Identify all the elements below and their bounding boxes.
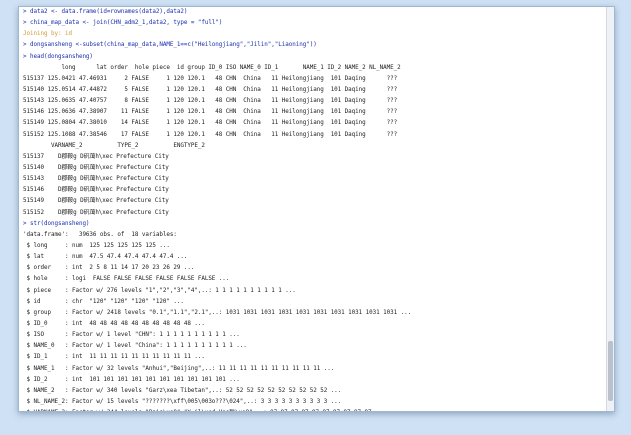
console-output-line: VARNAME_2 TYPE_2 ENGTYPE_2 [23,142,205,149]
console-output-line: 515146 D郡鞍g D矾蔼h\xec Prefecture City [23,187,169,194]
console-output-line: long lat order hole piece id group ID_0 … [23,64,401,71]
console-output-line: $ ID_0 : int 48 48 48 48 48 48 48 48 48 … [23,320,205,327]
console-output-line: $ NAME_0 : Factor w/ 1 level "China": 1 … [23,343,247,350]
console-output-line: 515149 D郡鞍g D矾蔼h\xec Prefecture City [23,198,169,205]
console-output-line: $ order : int 2 5 8 11 14 17 20 23 26 29… [23,265,195,272]
console-output-line: $ id : chr "120" "120" "120" "120" ... [23,298,184,305]
console-output-line: 515143 D郡鞍g D矾蔼h\xec Prefecture City [23,176,169,183]
console-output-line: $ NAME_2 : Factor w/ 340 levels "Garz\xe… [23,387,342,394]
console-output-line: $ lat : num 47.5 47.4 47.4 47.4 47.4 ... [23,254,188,261]
scrollbar-thumb[interactable] [608,341,613,401]
console-output-line: $ ISO : Factor w/ 1 level "CHN": 1 1 1 1… [23,332,240,339]
console-output-line: 515143 125.0635 47.40757 8 FALSE 1 120 1… [23,98,398,105]
console-output-line: $ group : Factor w/ 2418 levels "0.1","1… [23,309,412,316]
console-output-line: 515140 125.0514 47.44872 5 FALSE 1 120 1… [23,86,398,93]
console-output-line: $ ID_2 : int 101 101 101 101 101 101 101… [23,376,240,383]
console-output-line: $ ID_1 : int 11 11 11 11 11 11 11 11 11 … [23,354,205,361]
console-output-line: 515146 125.0636 47.38907 11 FALSE 1 120 … [23,109,398,116]
console-output-line: 'data.frame': 39636 obs. of 18 variables… [23,231,177,238]
console-output-line: 515152 D郡鞍g D矾蔼h\xec Prefecture City [23,209,169,216]
r-console-window[interactable]: > data2 <- data.frame(id=rownames(data2)… [18,6,615,412]
console-output-line: 515137 125.0421 47.46931 2 FALSE 1 120 1… [23,75,398,82]
console-output-line: $ VARNAME_2: Factor w/ 344 levels "Bais\… [23,408,614,411]
console-command-line: > head(dongsansheng) [23,53,93,60]
console-command-line: > china_map_data <- join(CHN_adm2_1,data… [23,20,223,27]
vertical-scrollbar[interactable] [606,7,614,411]
console-output-line: 515149 125.0804 47.38010 14 FALSE 1 120 … [23,120,398,127]
console-output-line: 515137 D郡鞍g D矾蔼h\xec Prefecture City [23,153,169,160]
console-command-line: > dongsansheng <-subset(china_map_data,N… [23,42,317,49]
console-command-line: > data2 <- data.frame(id=rownames(data2)… [23,9,188,15]
console-output-line: $ hole : logi FALSE FALSE FALSE FALSE FA… [23,276,230,283]
console-output-line: 515140 D郡鞍g D矾蔼h\xec Prefecture City [23,164,169,171]
console-output-line: $ NAME_1 : Factor w/ 32 levels "Anhui","… [23,365,335,372]
console-command-line: > str(dongsansheng) [23,220,90,227]
console-message-line: Joining by: id [23,31,72,38]
console-output-line: $ piece : Factor w/ 276 levels "1","2","… [23,287,296,294]
console-output-line: $ NL_NAME_2: Factor w/ 15 levels "??????… [23,398,342,405]
console-output-line: 515152 125.1088 47.38546 17 FALSE 1 120 … [23,131,398,138]
console-output: > data2 <- data.frame(id=rownames(data2)… [19,7,614,411]
console-output-line: $ long : num 125 125 125 125 125 ... [23,242,170,249]
